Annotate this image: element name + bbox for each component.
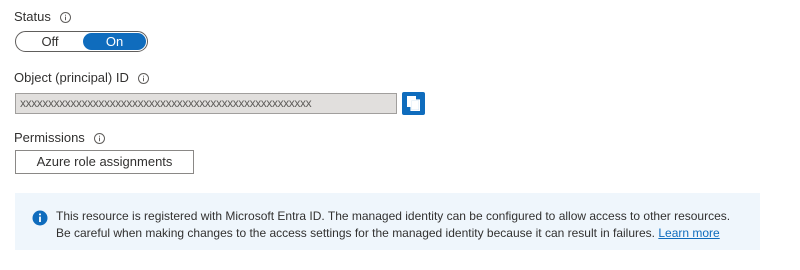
- banner-line-2: Be careful when making changes to the ac…: [56, 226, 656, 240]
- object-id-field[interactable]: xxxxxxxxxxxxxxxxxxxxxxxxxxxxxxxxxxxxxxxx…: [15, 93, 397, 114]
- status-label-row: Status: [14, 9, 71, 25]
- status-info-icon[interactable]: [59, 11, 71, 23]
- permissions-info-icon[interactable]: [93, 132, 105, 144]
- permissions-label: Permissions: [14, 130, 85, 145]
- status-label: Status: [14, 9, 51, 24]
- learn-more-link[interactable]: Learn more: [658, 226, 719, 240]
- toggle-off-option[interactable]: Off: [17, 33, 83, 50]
- banner-message: This resource is registered with Microso…: [56, 208, 730, 242]
- copy-button[interactable]: [402, 92, 425, 115]
- info-filled-icon: [32, 210, 48, 226]
- copy-icon: [407, 96, 420, 111]
- info-banner: This resource is registered with Microso…: [15, 193, 760, 250]
- status-toggle[interactable]: Off On: [15, 31, 148, 52]
- permissions-label-row: Permissions: [14, 130, 105, 146]
- banner-line-1: This resource is registered with Microso…: [56, 209, 731, 223]
- azure-role-assignments-button[interactable]: Azure role assignments: [15, 150, 194, 174]
- object-id-info-icon[interactable]: [137, 72, 149, 84]
- banner-line-2-row: Be careful when making changes to the ac…: [56, 225, 730, 242]
- toggle-on-option[interactable]: On: [83, 33, 146, 50]
- object-id-label: Object (principal) ID: [14, 70, 129, 85]
- object-id-label-row: Object (principal) ID: [14, 70, 149, 86]
